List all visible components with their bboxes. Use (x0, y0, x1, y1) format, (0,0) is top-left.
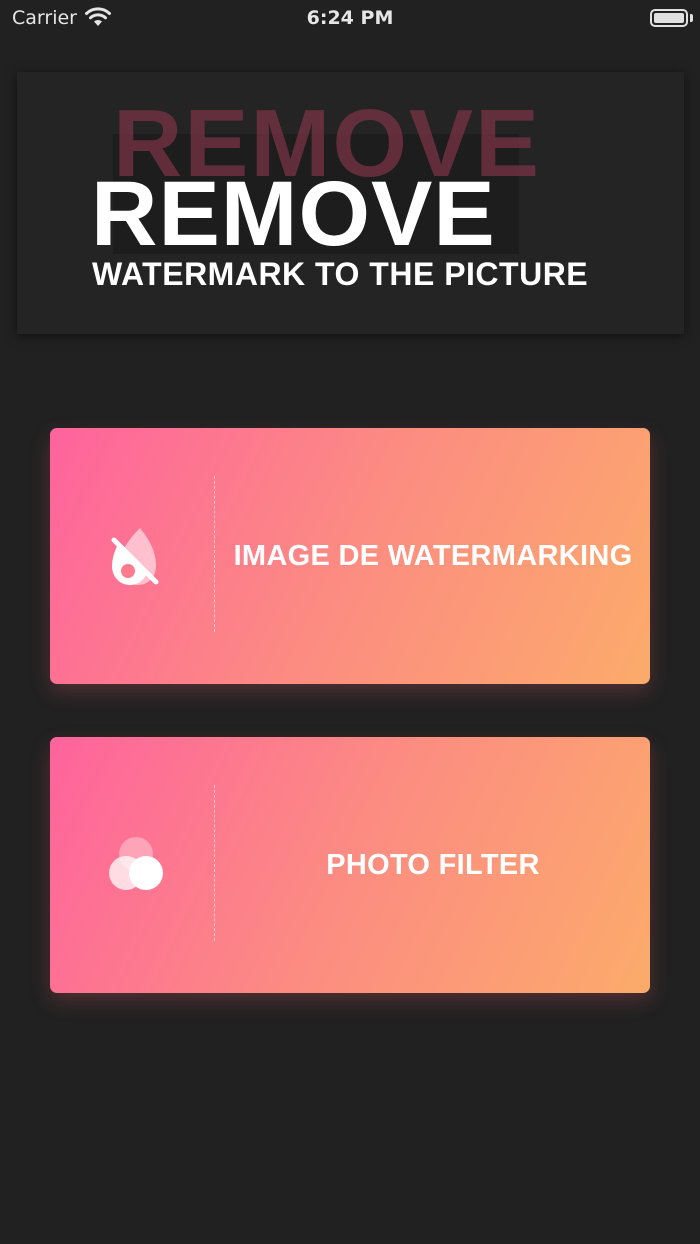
card-divider (214, 785, 215, 941)
app-screen: Carrier 6:24 PM REMOVE REMOVE WATERMARK … (0, 0, 700, 1244)
battery-icon (650, 9, 688, 27)
banner-title: REMOVE (91, 163, 496, 265)
image-de-watermarking-button[interactable]: IMAGE DE WATERMARKING (50, 428, 650, 684)
photo-filter-button[interactable]: PHOTO FILTER (50, 737, 650, 993)
drop-slash-icon (111, 528, 159, 585)
banner-subtitle: WATERMARK TO THE PICTURE (92, 256, 589, 292)
battery-level (654, 13, 684, 23)
card-divider (214, 476, 215, 632)
battery-tip (690, 14, 693, 22)
status-time: 6:24 PM (306, 7, 394, 29)
filter-circles-icon (109, 837, 163, 890)
status-bar: Carrier 6:24 PM (0, 0, 700, 36)
image-de-watermarking-label: IMAGE DE WATERMARKING (233, 540, 633, 572)
photo-filter-label: PHOTO FILTER (326, 849, 540, 881)
header-banner: REMOVE REMOVE WATERMARK TO THE PICTURE (17, 72, 684, 334)
